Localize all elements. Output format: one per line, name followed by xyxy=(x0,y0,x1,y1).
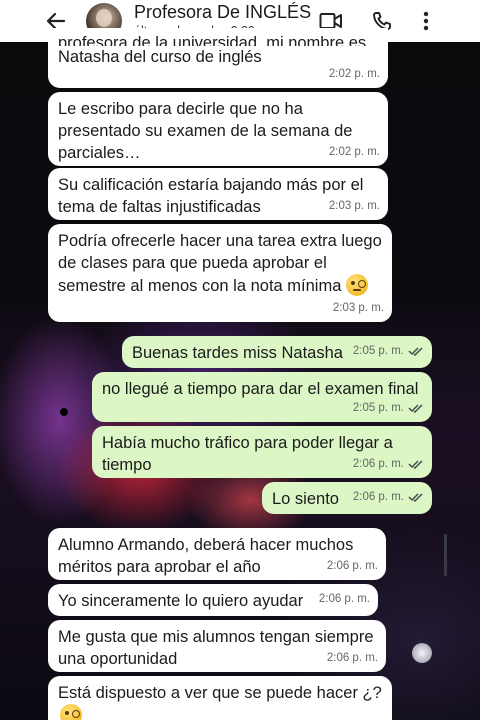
message-time: 2:02 p. m. xyxy=(329,141,380,163)
wallpaper-orb xyxy=(412,643,432,663)
message-incoming[interactable]: Está dispuesto a ver que se puede hacer … xyxy=(48,676,392,720)
message-time: 2:02 p. m. xyxy=(329,63,380,85)
message-incoming[interactable]: Me gusta que mis alumnos tengan siempre … xyxy=(48,620,386,672)
message-outgoing[interactable]: Había mucho tráfico para poder llegar a … xyxy=(92,426,432,478)
message-line: Le escribo para decirle que no ha xyxy=(58,100,303,118)
message-time: 2:03 p. m. xyxy=(333,297,384,319)
message-timestamp: 2:02 p. m. xyxy=(328,68,380,80)
message-incoming[interactable]: Yo sinceramente lo quiero ayudar 2:06 p.… xyxy=(48,584,378,616)
double-check-icon xyxy=(408,404,423,413)
message-incoming[interactable]: profesora de la universidad, mi nombre e… xyxy=(48,28,388,88)
message-timestamp: 2:02 p. m. xyxy=(328,146,380,158)
thinking-face-icon xyxy=(345,274,368,296)
message-line: Está dispuesto a ver que se puede hacer … xyxy=(58,684,382,702)
message-incoming[interactable]: Podría ofrecerle hacer una tarea extra l… xyxy=(48,224,392,322)
message-line: de clases para que pueda aprobar el xyxy=(58,254,327,272)
message-timestamp: 2:06 p. m. xyxy=(326,652,378,664)
message-incoming[interactable]: Alumno Armando, deberá hacer muchos méri… xyxy=(48,528,386,580)
message-time: 2:06 p. m. xyxy=(353,486,424,508)
message-time: 2:06 p. m. xyxy=(353,453,424,475)
message-outgoing[interactable]: Lo siento 2:06 p. m. xyxy=(262,482,432,514)
message-line xyxy=(58,704,382,720)
message-outgoing[interactable]: no llegué a tiempo para dar el examen fi… xyxy=(92,372,432,422)
message-time: 2:06 p. m. xyxy=(327,555,378,577)
message-incoming[interactable]: Le escribo para decirle que no ha presen… xyxy=(48,92,388,166)
contact-name[interactable]: Profesora De INGLÉS xyxy=(134,2,311,23)
message-line: presentado su examen de la semana de xyxy=(58,122,353,140)
thinking-face-icon xyxy=(60,704,82,720)
message-timestamp: 2:05 p. m. xyxy=(352,345,404,357)
message-timestamp: 2:06 p. m. xyxy=(318,593,370,605)
vertical-ellipsis-icon xyxy=(423,11,429,31)
double-check-icon xyxy=(408,460,423,469)
message-line: semestre al menos con la nota mínima xyxy=(58,274,382,297)
message-outgoing[interactable]: Buenas tardes miss Natasha 2:05 p. m. xyxy=(122,336,432,368)
message-line-text: semestre al menos con la nota mínima xyxy=(58,277,342,295)
message-line: Su calificación estaría bajando más por … xyxy=(58,176,364,194)
message-time: 2:05 p. m. xyxy=(353,397,424,419)
message-time: 2:03 p. m. xyxy=(329,195,380,217)
message-time: 2:05 p. m. xyxy=(353,340,424,362)
double-check-icon xyxy=(408,493,423,502)
message-timestamp: 2:05 p. m. xyxy=(352,402,404,414)
message-timestamp: 2:06 p. m. xyxy=(352,458,404,470)
message-timestamp: 2:06 p. m. xyxy=(326,560,378,572)
message-timestamp: 2:03 p. m. xyxy=(332,302,384,314)
message-timestamp: 2:03 p. m. xyxy=(328,200,380,212)
message-line: Podría ofrecerle hacer una tarea extra l… xyxy=(58,232,382,250)
scrollbar[interactable] xyxy=(444,534,447,576)
message-incoming[interactable]: Su calificación estaría bajando más por … xyxy=(48,168,388,220)
message-line: profesora de la universidad, mi nombre e… xyxy=(58,34,367,46)
message-line: Había mucho tráfico para poder llegar a xyxy=(102,434,393,452)
message-line: Alumno Armando, deberá hacer muchos xyxy=(58,536,354,554)
more-options-button[interactable] xyxy=(413,8,439,34)
message-time: 2:06 p. m. xyxy=(319,588,370,610)
message-line: Me gusta que mis alumnos tengan siempre xyxy=(58,628,374,646)
double-check-icon xyxy=(408,347,423,356)
wallpaper-dot xyxy=(60,408,68,416)
message-time: 2:06 p. m. xyxy=(327,647,378,669)
message-timestamp: 2:06 p. m. xyxy=(352,491,404,503)
